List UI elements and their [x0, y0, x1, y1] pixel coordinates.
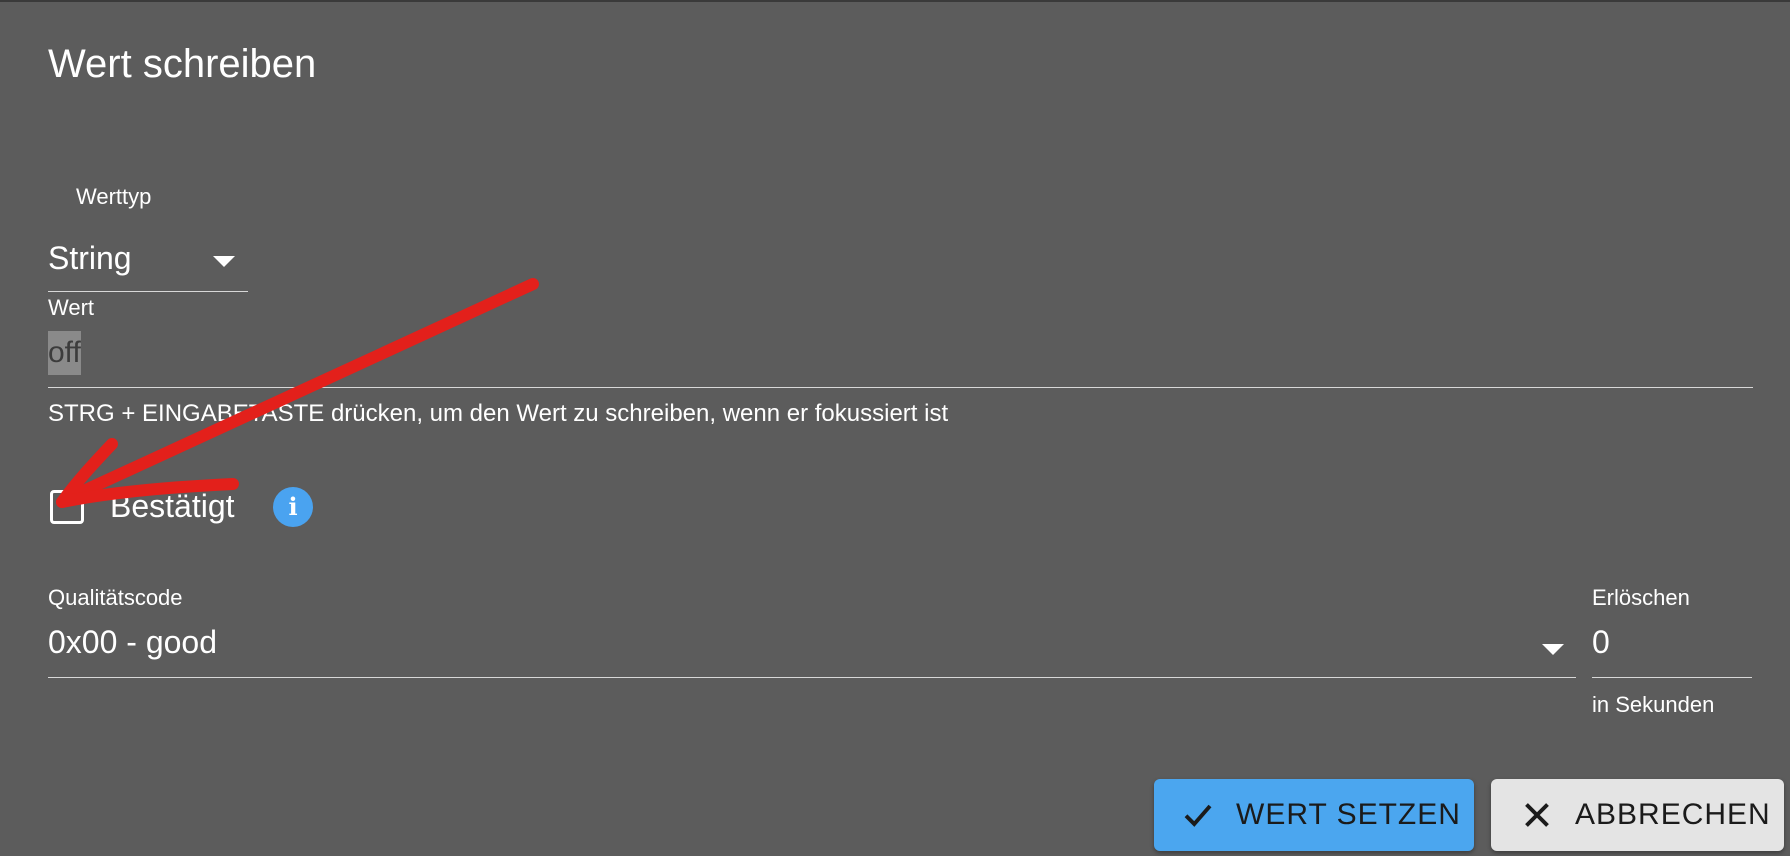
dialog-title: Wert schreiben [48, 42, 317, 86]
quality-select[interactable]: 0x00 - good [48, 614, 1576, 678]
expire-value: 0 [1592, 624, 1610, 660]
cancel-button[interactable]: ABBRECHEN [1491, 779, 1784, 851]
value-label: Wert [48, 295, 95, 320]
red-arrow-annotation [56, 278, 539, 508]
chevron-down-icon [1542, 644, 1564, 655]
value-hint: STRG + EINGABETASTE drücken, um den Wert… [48, 400, 949, 427]
set-value-label: WERT SETZEN [1236, 798, 1461, 831]
expire-input[interactable]: 0 [1592, 614, 1752, 678]
cancel-label: ABBRECHEN [1575, 798, 1771, 831]
write-value-dialog: Wert schreiben Werttyp String Wert off S… [0, 0, 1790, 854]
quality-label: Qualitätscode [48, 585, 183, 610]
value-type-selected: String [48, 240, 132, 276]
chevron-down-icon [213, 256, 235, 267]
ack-checkbox[interactable] [50, 490, 84, 524]
expire-label: Erlöschen [1592, 585, 1690, 610]
expire-helper: in Sekunden [1592, 692, 1715, 717]
set-value-button[interactable]: WERT SETZEN [1154, 779, 1474, 851]
value-type-label: Werttyp [76, 184, 152, 209]
quality-selected: 0x00 - good [48, 624, 218, 660]
value-input-text: off [48, 331, 81, 375]
value-input[interactable]: off [48, 327, 1753, 388]
info-icon[interactable]: i [273, 487, 313, 527]
value-type-select[interactable]: String [48, 232, 248, 292]
check-icon [1184, 804, 1212, 827]
ack-label[interactable]: Bestätigt [110, 488, 235, 525]
close-icon [1525, 803, 1549, 827]
